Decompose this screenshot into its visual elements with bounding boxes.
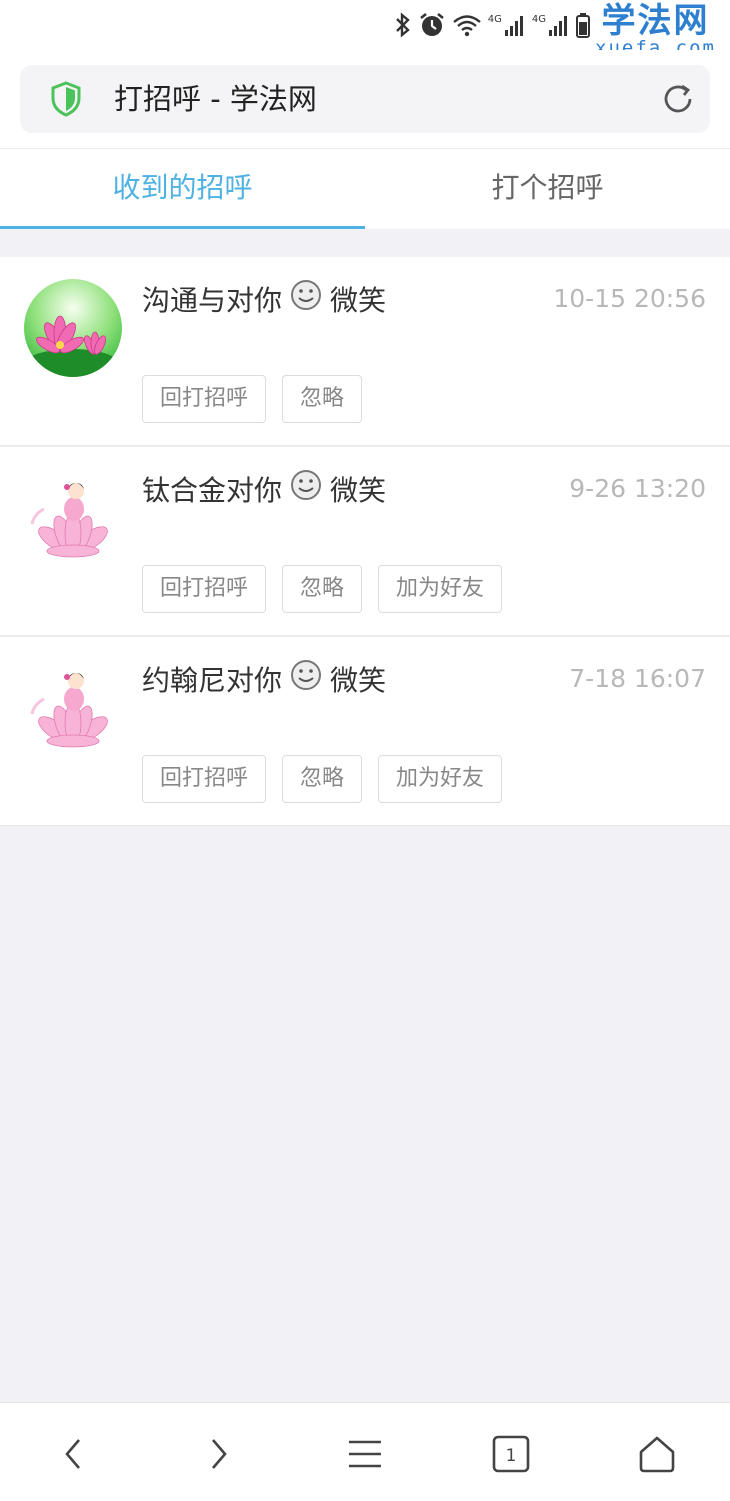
network-label-2: 4G [531,13,546,25]
sender-text: 沟通与对你 [142,283,283,317]
list-item: 约翰尼对你 微笑 7-18 16:07 回打招呼 忽略 加为好友 [0,637,730,825]
greeting-message: 沟通与对你 微笑 [142,279,386,322]
battery-icon [576,12,590,38]
menu-icon[interactable] [340,1429,390,1479]
network-label-1: 4G [487,13,502,25]
sender-text: 约翰尼对你 [142,663,283,697]
tab-count: 1 [506,1446,517,1466]
browser-header: 打招呼 - 学法网 [0,50,730,148]
sender-text: 钛合金对你 [142,473,283,507]
greeting-message: 约翰尼对你 微笑 [142,659,386,702]
page-title: 打招呼 - 学法网 [114,82,317,116]
tab-received-greetings[interactable]: 收到的招呼 [0,149,365,229]
forward-icon[interactable] [194,1429,244,1479]
action-text: 微笑 [330,283,387,317]
back-icon[interactable] [48,1429,98,1479]
list-item: 沟通与对你 微笑 10-15 20:56 回打招呼 忽略 [0,257,730,447]
tab-send-greeting[interactable]: 打个招呼 [365,149,730,229]
list-item: 钛合金对你 微笑 9-26 13:20 回打招呼 忽略 加为好友 [0,447,730,637]
reply-greeting-button[interactable]: 回打招呼 [142,755,267,803]
action-buttons: 回打招呼 忽略 加为好友 [142,755,503,803]
timestamp: 7-18 16:07 [569,664,706,693]
tab-bar: 收到的招呼 打个招呼 [0,148,730,229]
shield-icon [50,81,82,121]
alarm-icon [418,11,446,39]
signal-icon-2 [548,13,570,37]
avatar[interactable] [24,279,122,377]
action-text: 微笑 [330,473,387,507]
wifi-icon [452,13,482,37]
bottom-navigation: 1 [0,1402,730,1501]
action-buttons: 回打招呼 忽略 [142,375,363,423]
smile-icon [290,469,322,512]
bluetooth-icon [394,12,412,38]
add-friend-button[interactable]: 加为好友 [378,755,503,803]
address-bar[interactable]: 打招呼 - 学法网 [20,65,710,133]
ignore-button[interactable]: 忽略 [282,565,363,613]
add-friend-button[interactable]: 加为好友 [378,565,503,613]
signal-icon-1 [504,13,526,37]
home-icon[interactable] [632,1429,682,1479]
ignore-button[interactable]: 忽略 [282,375,363,423]
watermark-cn: 学法网 [601,1,710,41]
ignore-button[interactable]: 忽略 [282,755,363,803]
timestamp: 10-15 20:56 [553,284,706,313]
refresh-icon[interactable] [660,81,696,121]
smile-icon [290,279,322,322]
status-bar: 4G 4G 学法网 xuefa.com [0,0,730,58]
greeting-list: 沟通与对你 微笑 10-15 20:56 回打招呼 忽略 钛合金对你 微笑 9-… [0,257,730,826]
active-tab-indicator [0,226,365,229]
action-text: 微笑 [330,663,387,697]
smile-icon [290,659,322,702]
timestamp: 9-26 13:20 [569,474,706,503]
reply-greeting-button[interactable]: 回打招呼 [142,375,267,423]
tabs-icon[interactable]: 1 [486,1429,536,1479]
avatar[interactable] [24,659,122,757]
status-icons: 4G 4G [394,10,590,40]
avatar[interactable] [24,469,122,567]
greeting-message: 钛合金对你 微笑 [142,469,386,512]
action-buttons: 回打招呼 忽略 加为好友 [142,565,503,613]
reply-greeting-button[interactable]: 回打招呼 [142,565,267,613]
